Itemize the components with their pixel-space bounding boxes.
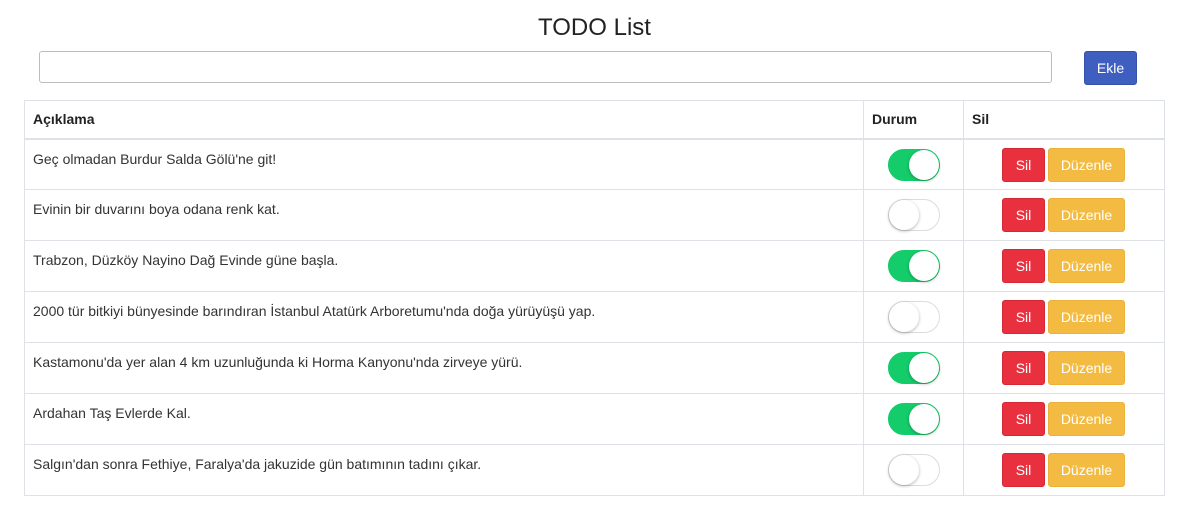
edit-button[interactable]: Düzenle [1048,453,1125,487]
column-header-delete: Sil [963,100,1165,140]
edit-button[interactable]: Düzenle [1048,300,1125,334]
delete-button[interactable]: Sil [1002,300,1045,334]
table-row: 2000 tür bitkiyi bünyesinde barındıran İ… [24,291,1165,343]
table-header-row: Açıklama Durum Sil [24,100,1165,140]
edit-button[interactable]: Düzenle [1048,402,1125,436]
status-toggle[interactable] [888,454,940,486]
status-toggle[interactable] [888,250,940,282]
add-button[interactable]: Ekle [1084,51,1137,85]
page-title: TODO List [538,14,651,41]
todo-table: Açıklama Durum Sil Geç olmadan Burdur Sa… [24,100,1165,496]
toggle-knob [889,455,919,485]
toggle-knob [889,302,919,332]
delete-button[interactable]: Sil [1002,198,1045,232]
table-row: Geç olmadan Burdur Salda Gölü'ne git! Si… [24,138,1165,190]
todo-description: Salgın'dan sonra Fethiye, Faralya'da jak… [33,456,482,472]
todo-description: Ardahan Taş Evlerde Kal. [33,405,191,421]
delete-button[interactable]: Sil [1002,402,1045,436]
delete-button[interactable]: Sil [1002,249,1045,283]
toggle-knob [909,251,939,281]
delete-button[interactable]: Sil [1002,453,1045,487]
new-todo-input[interactable] [39,51,1052,83]
status-toggle[interactable] [888,352,940,384]
column-header-description: Açıklama [24,100,864,140]
edit-button[interactable]: Düzenle [1048,198,1125,232]
todo-table-body: Geç olmadan Burdur Salda Gölü'ne git! Si… [24,138,1165,496]
delete-button[interactable]: Sil [1002,147,1045,182]
status-toggle[interactable] [888,403,940,435]
table-row: Salgın'dan sonra Fethiye, Faralya'da jak… [24,444,1165,496]
status-toggle[interactable] [888,148,940,181]
table-row: Kastamonu'da yer alan 4 km uzunluğunda k… [24,342,1165,394]
toggle-knob [909,353,939,383]
todo-description: Trabzon, Düzköy Nayino Dağ Evinde güne b… [33,252,339,268]
toggle-knob [909,404,939,434]
todo-table-container: Açıklama Durum Sil Geç olmadan Burdur Sa… [24,100,1165,496]
todo-description: Kastamonu'da yer alan 4 km uzunluğunda k… [33,354,523,370]
column-header-status: Durum [863,100,964,140]
edit-button[interactable]: Düzenle [1048,351,1125,385]
status-toggle[interactable] [888,301,940,333]
todo-description: Geç olmadan Burdur Salda Gölü'ne git! [33,150,277,167]
edit-button[interactable]: Düzenle [1048,147,1125,182]
table-row: Trabzon, Düzköy Nayino Dağ Evinde güne b… [24,240,1165,292]
table-row: Evinin bir duvarını boya odana renk kat.… [24,189,1165,241]
status-toggle[interactable] [888,199,940,231]
todo-description: Evinin bir duvarını boya odana renk kat. [33,201,280,217]
todo-description: 2000 tür bitkiyi bünyesinde barındıran İ… [33,303,596,319]
toggle-knob [889,200,919,230]
edit-button[interactable]: Düzenle [1048,249,1125,283]
delete-button[interactable]: Sil [1002,351,1045,385]
toggle-knob [909,149,939,180]
table-row: Ardahan Taş Evlerde Kal. Sil Düzenle [24,393,1165,445]
